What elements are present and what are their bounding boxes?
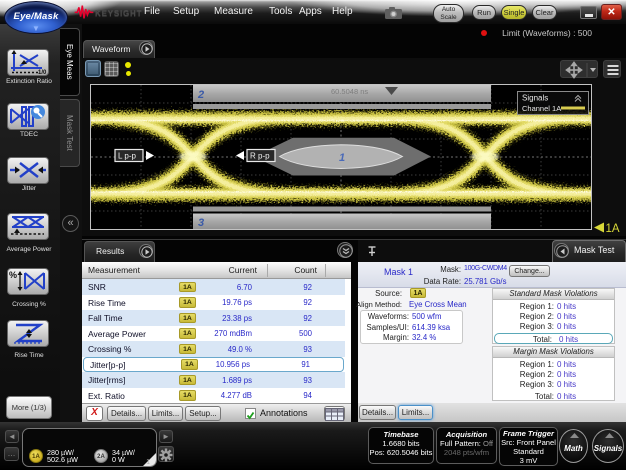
svg-text:3: 3 [198, 217, 204, 229]
svg-text:60.5048 ns: 60.5048 ns [331, 87, 368, 96]
svg-text:1A: 1A [606, 223, 620, 234]
svg-text:1: 1 [339, 152, 345, 164]
svg-text:R p-p: R p-p [250, 152, 270, 161]
svg-text:2: 2 [197, 89, 204, 101]
svg-text:Signals: Signals [522, 94, 548, 103]
svg-text:%: % [9, 270, 17, 280]
svg-text:Channel 1A: Channel 1A [522, 104, 561, 113]
svg-text:L p-p: L p-p [118, 152, 136, 161]
svg-text:1/0: 1/0 [38, 70, 47, 75]
